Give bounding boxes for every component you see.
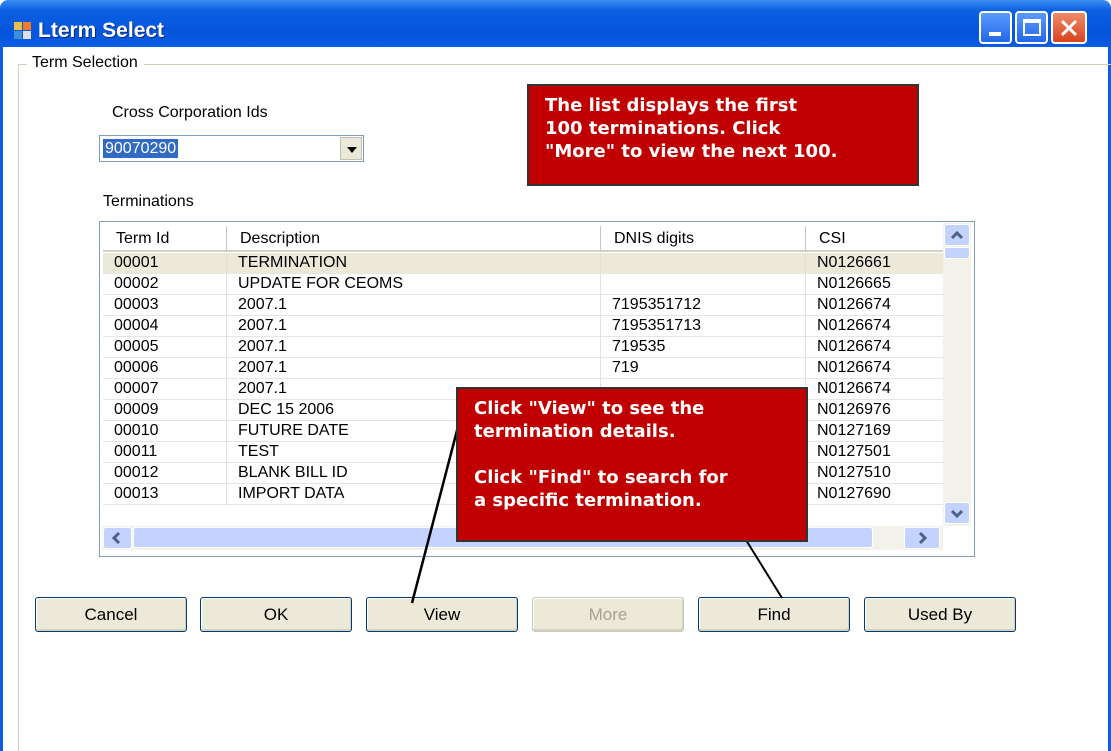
more-callout-line-1: The list displays the first: [545, 95, 798, 116]
more-callout-line-3: "More" to view the next 100.: [545, 141, 838, 162]
view-callout-line-2: termination details.: [474, 421, 676, 442]
find-callout-line-2: a specific termination.: [474, 490, 702, 511]
more-callout: The list displays the first 100 terminat…: [527, 84, 919, 186]
find-callout-line-1: Click "Find" to search for: [474, 467, 728, 488]
view-find-callout: Click "View" to see the termination deta…: [456, 387, 808, 542]
more-callout-line-2: 100 terminations. Click: [545, 118, 781, 139]
view-callout-line-1: Click "View" to see the: [474, 398, 705, 419]
